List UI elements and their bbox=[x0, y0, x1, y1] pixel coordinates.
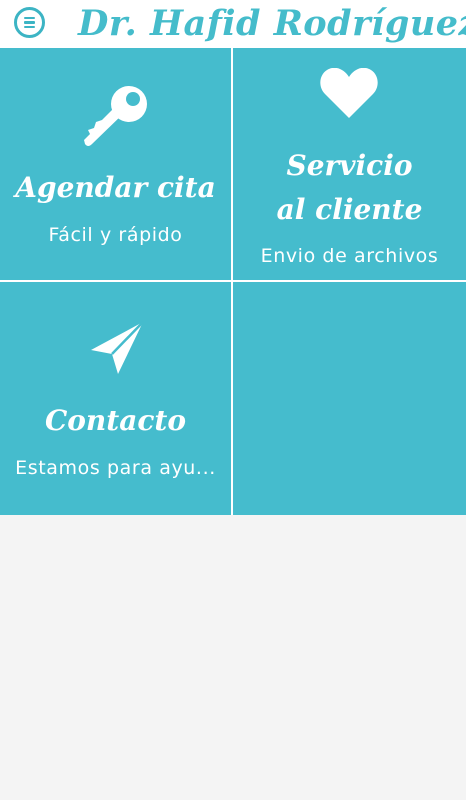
app-title: Dr. Hafid Rodríguez bbox=[78, 3, 466, 44]
menu-bar-top bbox=[24, 16, 35, 19]
tile-title-line2: al cliente bbox=[276, 193, 423, 226]
menu-bar-bottom bbox=[24, 26, 35, 29]
tile-empty bbox=[233, 282, 466, 515]
tile-title: Agendar cita bbox=[15, 171, 216, 204]
tile-subtitle: Fácil y rápido bbox=[48, 224, 183, 246]
content-area bbox=[0, 515, 466, 800]
tile-servicio-al-cliente[interactable]: Servicio al cliente Envio de archivos bbox=[233, 48, 466, 280]
tile-subtitle: Envio de archivos bbox=[260, 245, 439, 267]
tile-agendar-cita[interactable]: Agendar cita Fácil y rápido bbox=[0, 48, 231, 280]
tile-contacto[interactable]: Contacto Estamos para ayu... bbox=[0, 282, 231, 515]
key-icon bbox=[84, 86, 147, 146]
menu-bar-middle bbox=[24, 21, 35, 24]
heart-icon bbox=[320, 68, 378, 118]
tile-title-line1: Servicio bbox=[286, 149, 413, 182]
menu-grid: Agendar cita Fácil y rápido Servicio al … bbox=[0, 48, 466, 515]
paper-plane-icon bbox=[91, 321, 144, 374]
app-header: Dr. Hafid Rodríguez bbox=[0, 0, 466, 48]
tile-subtitle: Estamos para ayu... bbox=[15, 457, 216, 479]
tile-title: Contacto bbox=[44, 404, 187, 437]
hamburger-menu-icon[interactable] bbox=[14, 7, 45, 38]
